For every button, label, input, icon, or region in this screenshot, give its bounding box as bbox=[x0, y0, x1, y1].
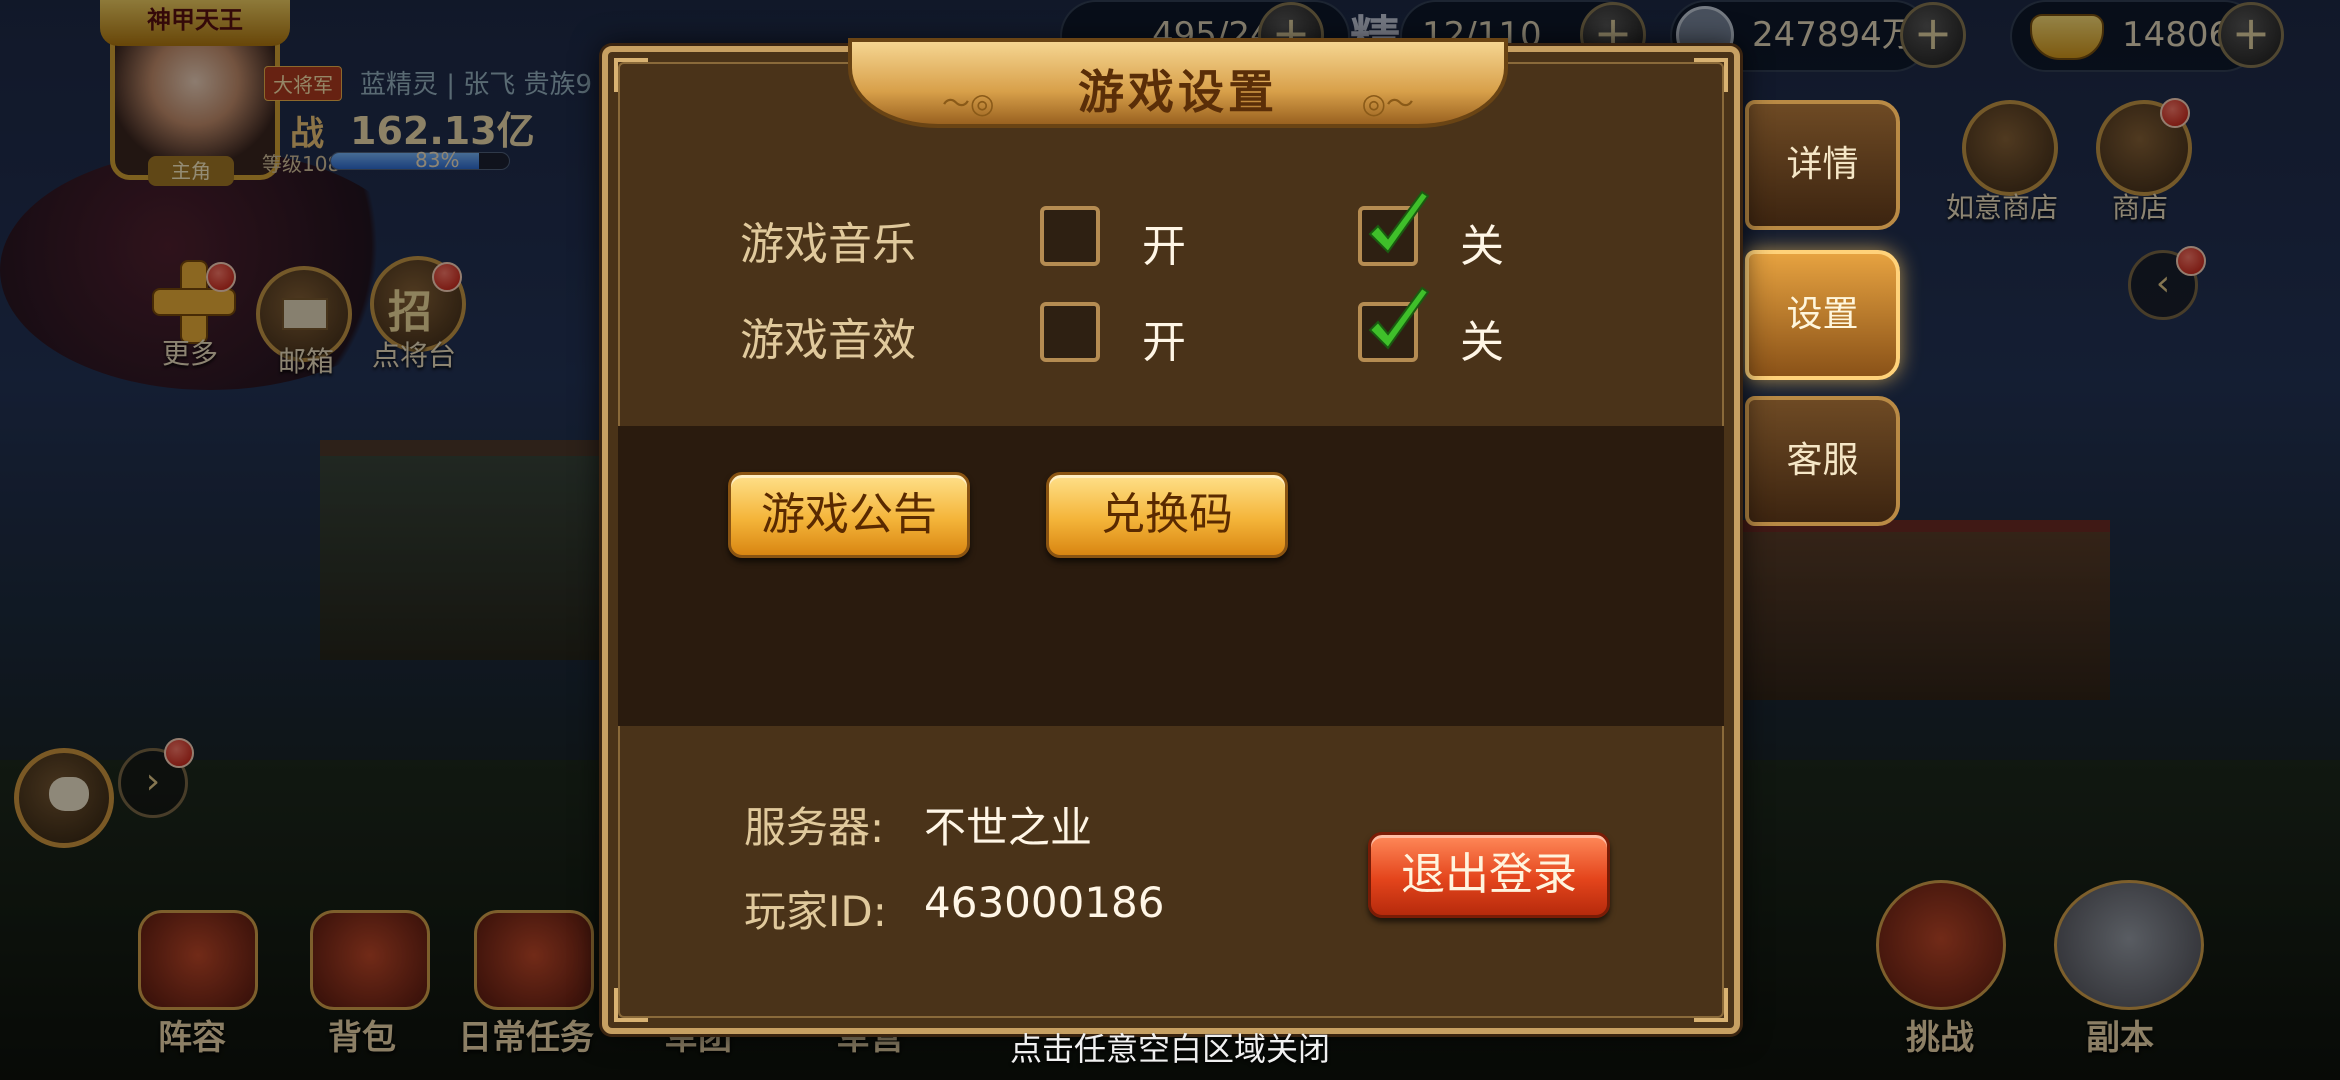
corner-ornament bbox=[614, 58, 648, 92]
player-id-key: 玩家ID: bbox=[744, 887, 887, 936]
tab-details[interactable]: 详情 bbox=[1745, 100, 1900, 230]
checkmark-icon bbox=[1368, 286, 1430, 350]
logout-button[interactable]: 退出登录 bbox=[1368, 832, 1610, 918]
button-band bbox=[618, 426, 1724, 726]
music-label: 游戏音乐 bbox=[740, 219, 916, 270]
title-plate: 〜◎ 游戏设置 ◎〜 bbox=[848, 38, 1508, 128]
title-ornament-icon: ◎〜 bbox=[1361, 87, 1414, 120]
music-off-label: 关 bbox=[1460, 221, 1504, 272]
player-id-value: 463000186 bbox=[924, 878, 1165, 927]
sound-on-label: 开 bbox=[1142, 317, 1186, 368]
sound-off-label: 关 bbox=[1460, 317, 1504, 368]
corner-ornament bbox=[1694, 58, 1728, 92]
sound-label: 游戏音效 bbox=[740, 315, 916, 366]
tab-customer-service[interactable]: 客服 bbox=[1745, 396, 1900, 526]
settings-dialog: 〜◎ 游戏设置 ◎〜 游戏音乐 开 关 游戏音效 开 关 游戏公告 兑换码 服务… bbox=[602, 38, 1740, 1034]
server-value: 不世之业 bbox=[924, 803, 1093, 852]
music-off-checkbox[interactable] bbox=[1358, 190, 1430, 266]
corner-ornament bbox=[1694, 988, 1728, 1022]
music-on-label: 开 bbox=[1142, 221, 1186, 272]
sound-off-checkbox[interactable] bbox=[1358, 286, 1430, 362]
corner-ornament bbox=[614, 988, 648, 1022]
tab-settings[interactable]: 设置 bbox=[1745, 250, 1900, 380]
server-key: 服务器: bbox=[744, 803, 885, 852]
checkmark-icon bbox=[1368, 190, 1430, 254]
redeem-code-button[interactable]: 兑换码 bbox=[1046, 472, 1288, 558]
close-hint: 点击任意空白区域关闭 bbox=[1009, 1030, 1330, 1068]
notice-button[interactable]: 游戏公告 bbox=[728, 472, 970, 558]
sound-on-checkbox[interactable] bbox=[1040, 302, 1100, 362]
music-on-checkbox[interactable] bbox=[1040, 206, 1100, 266]
